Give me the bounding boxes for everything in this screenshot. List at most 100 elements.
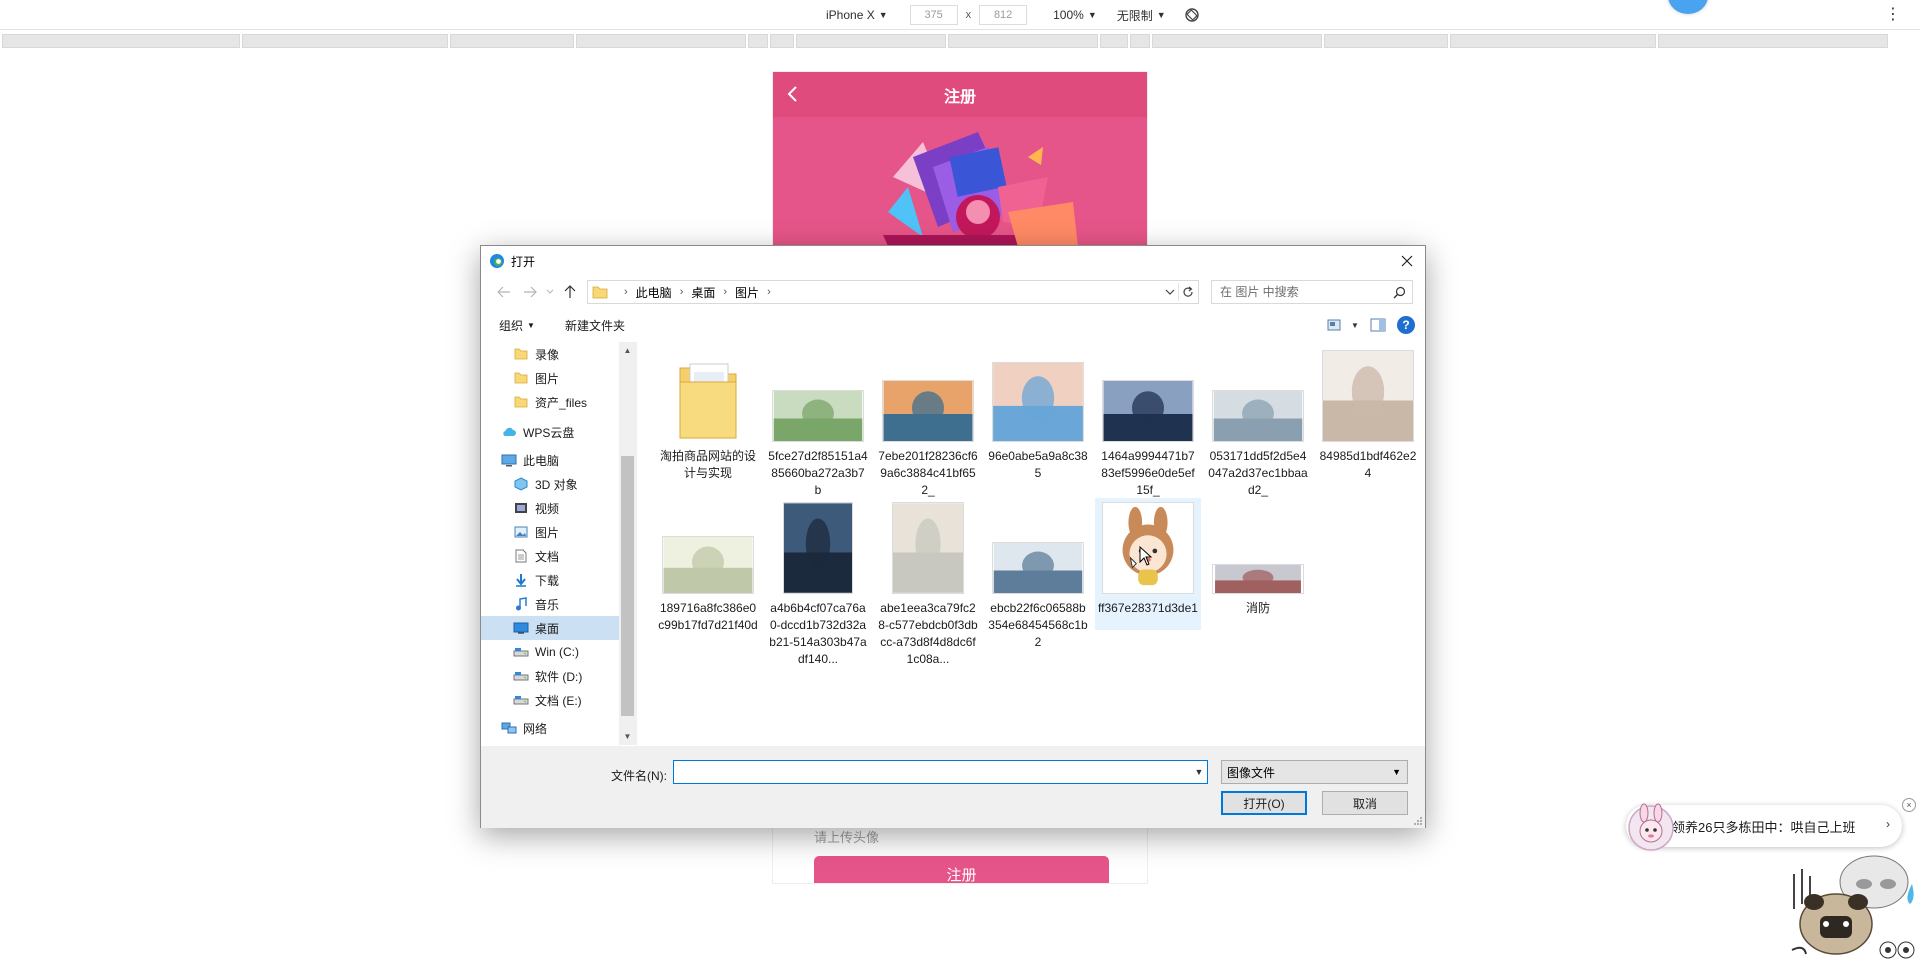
close-icon[interactable] [1399,253,1415,269]
ruler-segment[interactable] [1100,34,1128,48]
image-file-item[interactable]: a4b6b4cf07ca76a0-dccd1b732d32ab21-514a30… [765,498,871,668]
up-button[interactable] [557,281,583,303]
help-icon[interactable]: ? [1397,316,1415,334]
folder-item[interactable]: 淘拍商品网站的设计与实现 [655,346,761,482]
nav-item[interactable]: 3D 对象 [481,472,620,496]
search-icon[interactable] [1393,286,1406,299]
open-button[interactable]: 打开(O) [1221,791,1307,815]
chevron-down-icon[interactable] [1164,286,1176,298]
zoom-select[interactable]: 100% ▼ [1053,8,1097,22]
filename-input[interactable] [674,762,1191,782]
change-view-button[interactable]: ▼ [1327,316,1359,334]
preview-pane-icon[interactable] [1369,316,1387,334]
nav-item[interactable]: 录像 [481,342,620,366]
device-select[interactable]: iPhone X ▼ [826,8,888,22]
more-options-icon[interactable]: ⋮ [1885,4,1902,24]
image-file-item[interactable]: ebcb22f6c06588b354e68454568c1b2 [985,498,1091,651]
ruler-segment[interactable] [1450,34,1656,48]
new-folder-button[interactable]: 新建文件夹 [565,317,625,334]
scroll-up-icon[interactable]: ▲ [619,342,636,359]
thumbnail-image [992,362,1084,442]
image-file-item[interactable]: 053171dd5f2d5e4047a2d37ec1bbaad2_ [1205,346,1311,499]
nav-item[interactable]: 下载 [481,568,620,592]
breadcrumb-separator[interactable]: › [767,286,771,298]
breadcrumb-separator[interactable]: › [723,286,727,298]
ruler-segment[interactable] [1658,34,1888,48]
thumbnail-image [679,363,737,439]
nav-item[interactable]: 文档 (E:) [481,688,620,712]
device-width-input[interactable]: 375 [909,5,958,25]
breadcrumb-desktop[interactable]: 桌面 [691,284,715,301]
avatar-upload-hint[interactable]: 请上传头像 [773,827,1147,846]
ruler-segment[interactable] [748,34,768,48]
cancel-button[interactable]: 取消 [1322,791,1408,815]
nav-item[interactable]: WPS云盘 [481,420,620,444]
ruler-segment[interactable] [948,34,1098,48]
nav-item[interactable]: 桌面 [481,616,620,640]
chevron-down-icon[interactable]: ▼ [1191,767,1207,777]
breadcrumb-this-pc[interactable]: 此电脑 [636,284,672,301]
dialog-footer: 文件名(N): ▼ 图像文件 ▼ 打开(O) 取消 [481,746,1425,828]
rotate-icon[interactable] [1184,7,1200,23]
ruler-segment[interactable] [1130,34,1150,48]
image-file-item[interactable]: 7ebe201f28236cf69a6c3884c41bf652_ [875,346,981,499]
ruler-segment[interactable] [2,34,240,48]
pug-mascot-icon[interactable] [1784,854,1920,964]
nav-item[interactable]: 图片 [481,366,620,390]
image-file-item[interactable]: 消防 [1205,498,1311,617]
forward-button[interactable] [517,281,543,303]
breadcrumb-separator[interactable]: › [680,286,684,298]
refresh-button[interactable] [1178,283,1196,301]
bunny-avatar-icon [1628,803,1674,851]
address-bar[interactable]: › 此电脑 › 桌面 › 图片 › [587,280,1199,304]
scroll-down-icon[interactable]: ▼ [619,728,636,745]
breadcrumb-pictures[interactable]: 图片 [735,284,759,301]
nav-item[interactable]: 文档 [481,544,620,568]
nav-item[interactable]: 音乐 [481,592,620,616]
resize-grip-icon[interactable] [1413,816,1423,826]
scroll-thumb[interactable] [621,456,634,716]
ruler-segment[interactable] [770,34,794,48]
ruler-segment[interactable] [450,34,574,48]
nav-item[interactable]: 网络 [481,716,620,740]
image-file-item[interactable]: 96e0abe5a9a8c385 [985,346,1091,482]
nav-item[interactable]: 资产_files [481,390,620,414]
nav-item[interactable]: Win (C:) [481,640,620,664]
caret-down-icon: ▼ [1156,10,1166,20]
nav-item[interactable]: 图片 [481,520,620,544]
ruler-segment[interactable] [1152,34,1322,48]
image-file-item[interactable]: 1464a9994471b783ef5996e0de5ef15f_ [1095,346,1201,499]
nav-scrollbar[interactable]: ▲ ▼ [619,342,636,745]
notification-close-icon[interactable]: × [1902,798,1916,812]
image-file-item[interactable]: abe1eea3ca79fc28-c577ebdcb0f3dbcc-a73d8f… [875,498,981,668]
nav-item[interactable]: 软件 (D:) [481,664,620,688]
register-button[interactable]: 注册 [814,856,1109,883]
folder-icon [513,347,529,361]
organize-button[interactable]: 组织 ▼ [499,317,535,334]
notification-bubble[interactable]: 领养26只多栋田中：哄自己上班 › [1626,803,1902,851]
image-file-item[interactable]: 5fce27d2f85151a485660ba272a3b7b [765,346,871,499]
filetype-select[interactable]: 图像文件 ▼ [1221,760,1408,784]
image-file-item[interactable]: 84985d1bdf462e24 [1315,346,1421,482]
ruler-segment[interactable] [1324,34,1448,48]
device-height-input[interactable]: 812 [979,5,1028,25]
throttle-select[interactable]: 无限制 ▼ [1117,7,1166,24]
back-button[interactable] [491,281,517,303]
back-arrow-icon[interactable] [783,84,803,104]
devtools-indicator [1668,0,1708,14]
nav-item[interactable]: 此电脑 [481,448,620,472]
refresh-icon [1182,286,1193,297]
ruler-segment[interactable] [576,34,746,48]
recent-locations-button[interactable] [543,281,557,303]
ruler-segment[interactable] [242,34,448,48]
folder-icon [513,371,529,385]
nav-item-label: 网络 [523,721,548,736]
nav-item-label: 文档 [535,549,560,564]
ruler-segment[interactable] [796,34,946,48]
image-file-item[interactable]: 189716a8fc386e0c99b17fd7d21f40d [655,498,761,634]
nav-item[interactable]: 视频 [481,496,620,520]
video-icon [513,501,529,515]
search-input[interactable] [1220,285,1380,299]
file-name: 淘拍商品网站的设计与实现 [659,449,756,480]
caret-down-icon: ▼ [878,10,888,20]
